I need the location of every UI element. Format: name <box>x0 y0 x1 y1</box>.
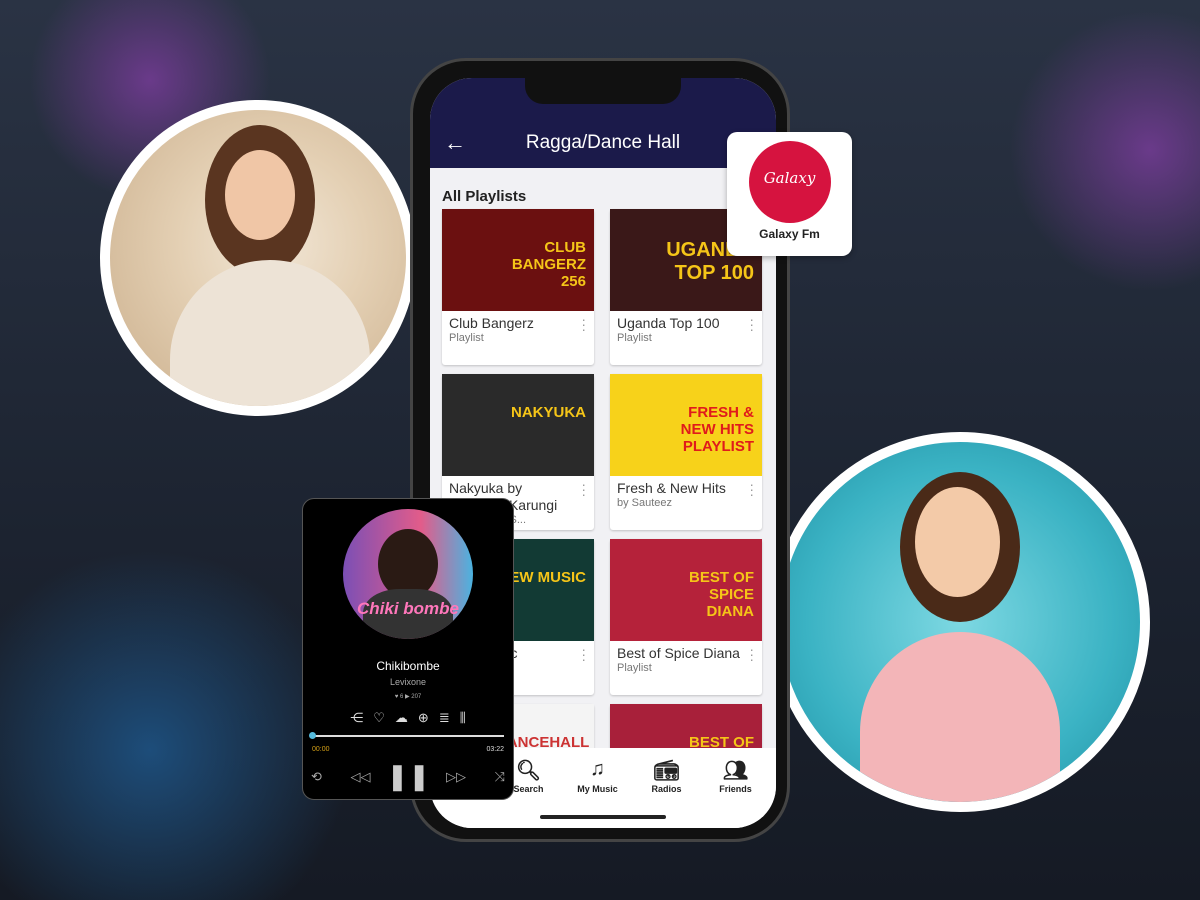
equalizer-icon[interactable]: ⫼ <box>460 710 466 726</box>
artwork-text: CLUB BANGERZ 256 <box>511 239 586 290</box>
playlist-card[interactable]: FRESH & NEW HITS PLAYLIST Fresh & New Hi… <box>610 374 762 530</box>
playlist-artwork: FRESH & NEW HITS PLAYLIST <box>610 374 762 476</box>
friends-icon: 👥︎ <box>722 760 749 782</box>
artwork-text: FRESH & NEW HITS PLAYLIST <box>680 404 754 455</box>
album-cover: Chiki bombe <box>343 509 473 639</box>
more-options-icon[interactable]: ··· <box>749 312 754 336</box>
track-stats: ♥ 6 ▶ 207 <box>394 694 422 700</box>
slider-thumb[interactable] <box>309 732 316 739</box>
more-options-icon[interactable]: ··· <box>581 642 586 666</box>
nav-label: Friends <box>719 784 752 794</box>
home-indicator <box>540 815 666 819</box>
music-note-icon: ♫ <box>590 758 605 780</box>
playlist-subtitle: Playlist <box>617 332 652 344</box>
song-title: Chikibombe <box>376 659 440 673</box>
nav-label: Search <box>513 784 544 794</box>
playlist-title: Fresh & New Hits <box>617 480 726 496</box>
elapsed-time: 00:00 <box>312 746 330 753</box>
section-title: All Playlists <box>442 188 527 205</box>
music-player-card: Chiki bombe Chikibombe Levixone ♥ 6 ▶ 20… <box>302 498 514 800</box>
playlist-card[interactable]: BEST OF SPICE DIANA Best of Spice Diana … <box>610 539 762 695</box>
artwork-text: NAKYUKA <box>511 404 586 421</box>
cover-text: Chiki bombe <box>356 599 459 618</box>
add-circle-icon[interactable]: ⊕ <box>418 710 429 726</box>
artwork-text: BEST OF SPICE DIANA <box>688 569 754 620</box>
plays-count: 207 <box>411 694 422 700</box>
shuffle-icon[interactable]: ⤨ <box>495 769 505 785</box>
likes-count: 6 <box>399 694 404 700</box>
station-logo: Galaxy <box>748 141 831 223</box>
share-icon[interactable]: ⋲ <box>350 710 363 726</box>
track-actions: ⋲ ♡ ☁ ⊕ ≣ ⫼ <box>303 710 513 726</box>
repeat-icon[interactable]: ⟲ <box>311 769 322 785</box>
playlist-title: Best of Spice Diana <box>617 645 740 661</box>
playback-controls: ⟲ ◁◁ ❚❚ ▷▷ ⤨ <box>303 761 513 792</box>
more-options-icon[interactable]: ··· <box>581 312 586 336</box>
radio-icon: 📻︎ <box>653 760 680 782</box>
more-options-icon[interactable]: ··· <box>749 477 754 501</box>
playlist-title: Uganda Top 100 <box>617 315 720 331</box>
more-options-icon[interactable]: ··· <box>581 477 586 501</box>
nav-label: Radios <box>651 784 682 794</box>
cloud-download-icon[interactable]: ☁ <box>395 710 408 726</box>
station-card[interactable]: Galaxy Galaxy Fm <box>727 132 852 256</box>
fast-forward-icon[interactable]: ▷▷ <box>446 769 466 785</box>
playlist-title: Club Bangerz <box>449 315 534 331</box>
nav-item-friends[interactable]: 👥︎ Friends <box>701 748 770 828</box>
playlist-subtitle: by Sauteez <box>617 497 673 509</box>
page-title: Ragga/Dance Hall <box>525 132 681 153</box>
playlist-subtitle: Playlist <box>617 662 652 674</box>
artist-name: Levixone <box>389 677 427 687</box>
rewind-icon[interactable]: ◁◁ <box>350 769 370 785</box>
more-options-icon[interactable]: ··· <box>749 642 754 666</box>
nav-label: My Music <box>577 784 618 794</box>
heart-icon[interactable]: ♡ <box>373 710 385 726</box>
woman-photo-left <box>100 100 416 416</box>
pause-icon[interactable]: ❚❚ <box>386 761 430 792</box>
playlist-subtitle: Playlist <box>449 332 484 344</box>
duration: 03:22 <box>486 746 504 753</box>
progress-slider[interactable] <box>309 732 504 739</box>
lyrics-icon[interactable]: ≣ <box>439 710 450 726</box>
playlist-card[interactable]: CLUB BANGERZ 256 Club Bangerz Playlist ·… <box>442 209 594 365</box>
playlist-artwork: CLUB BANGERZ 256 <box>442 209 594 311</box>
station-name: Galaxy Fm <box>759 227 820 241</box>
playlist-artwork: NAKYUKA <box>442 374 594 476</box>
playlist-artwork: BEST OF SPICE DIANA <box>610 539 762 641</box>
woman-photo-right <box>770 432 1150 812</box>
phone-notch <box>525 78 681 104</box>
